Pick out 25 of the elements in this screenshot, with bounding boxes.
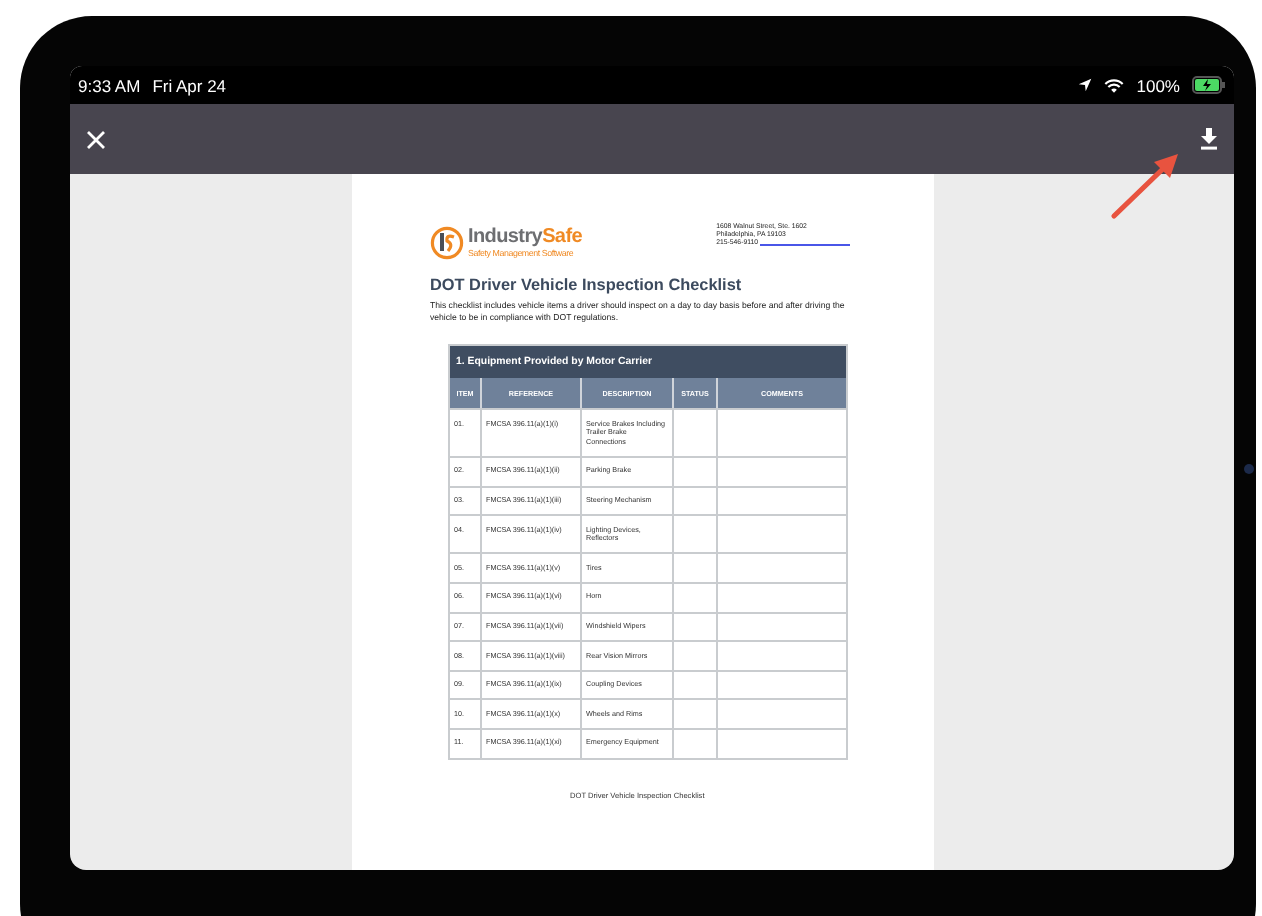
signature-line <box>760 244 850 247</box>
empty-status-cell <box>672 455 716 486</box>
logo-icon <box>430 226 464 260</box>
empty-status-cell <box>672 581 716 612</box>
close-icon <box>86 129 106 149</box>
empty-status-cell <box>672 485 716 515</box>
document-title: DOT Driver Vehicle Inspection Checklist <box>430 276 744 294</box>
status-time: 9:33 AM <box>78 75 141 95</box>
battery-charging-icon <box>1192 76 1226 94</box>
empty-status-cell <box>672 611 716 641</box>
pointer-arrow <box>1110 152 1182 220</box>
empty-status-cell <box>672 669 716 699</box>
location-arrow-icon <box>1078 78 1093 92</box>
status-date: Fri Apr 24 <box>152 75 227 95</box>
wifi-icon <box>1104 77 1125 93</box>
empty-status-cell <box>672 552 716 582</box>
empty-status-cell <box>672 698 716 728</box>
camera-dot <box>1244 464 1254 474</box>
battery-percent: 100% <box>1136 75 1180 95</box>
empty-status-cell <box>672 640 716 670</box>
close-button[interactable] <box>82 125 110 153</box>
download-button[interactable] <box>1196 124 1222 154</box>
empty-status-cell <box>672 514 716 553</box>
download-icon <box>1200 128 1218 150</box>
logo-wordmark: IndustrySafe <box>468 228 582 248</box>
